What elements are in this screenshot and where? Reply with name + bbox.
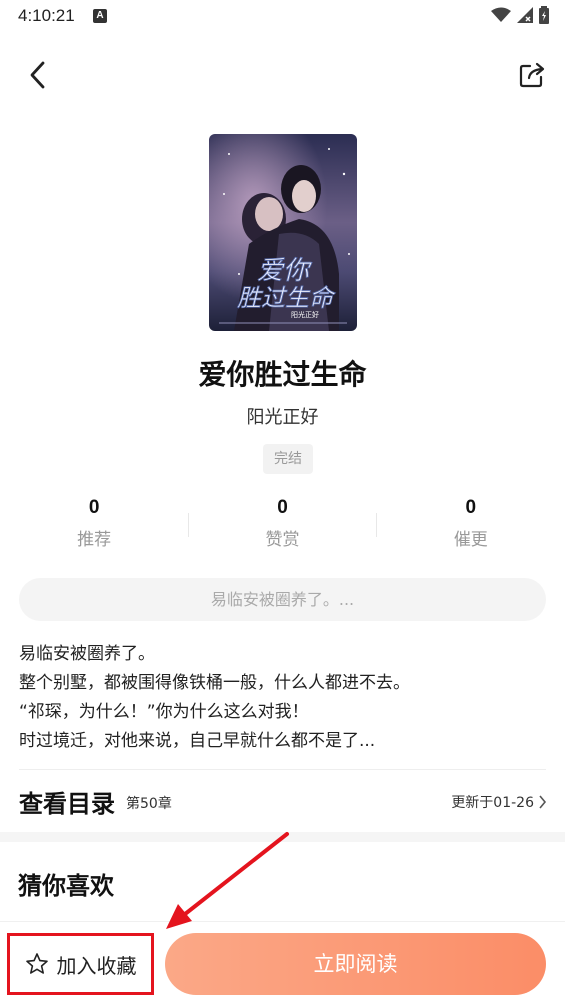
stat-value: 0: [465, 497, 477, 518]
quote-box[interactable]: 易临安被圈养了。...: [19, 578, 546, 621]
status-bar: 4:10:21 A: [0, 0, 565, 34]
stats-row: 0 推荐 0 赞赏 0 催更: [0, 497, 565, 557]
stat-divider: [188, 513, 190, 537]
status-icons: [491, 6, 549, 24]
recommend-title: 猜你喜欢: [18, 872, 114, 900]
read-now-button[interactable]: 立即阅读: [165, 933, 546, 995]
stat-label: 催更: [453, 530, 488, 550]
top-nav: [0, 50, 565, 100]
toc-update-text: 更新于01-26: [451, 795, 534, 811]
stat-value: 0: [277, 497, 288, 518]
book-author[interactable]: 阳光正好: [0, 403, 565, 429]
battery-icon: [539, 6, 549, 24]
stat-reward[interactable]: 0 赞赏: [188, 497, 377, 557]
synopsis-line: 整个别墅，都被围得像铁桶一般，什么人都进不去。: [19, 673, 410, 693]
wifi-icon: [491, 7, 511, 22]
book-title: 爱你胜过生命: [198, 358, 367, 391]
notification-badge-icon: A: [93, 9, 107, 23]
status-time: 4:10:21: [18, 6, 75, 25]
table-of-contents-row[interactable]: 查看目录 第50章 更新于01-26: [0, 778, 565, 824]
toc-update: 更新于01-26: [451, 792, 547, 812]
star-icon: [25, 953, 48, 974]
synopsis[interactable]: 易临安被圈养了。 整个别墅，都被围得像铁桶一般，什么人都进不去。 “祁琛，为什么…: [19, 640, 549, 756]
share-button[interactable]: [515, 58, 549, 92]
cover-author: 阳光正好: [291, 310, 319, 319]
toc-chapter: 第50章: [126, 796, 172, 812]
back-button[interactable]: [22, 58, 52, 92]
synopsis-line: “祁琛，为什么！”你为什么这么对我！: [19, 702, 309, 722]
divider: [19, 769, 546, 770]
toc-title: 查看目录: [19, 790, 115, 818]
bottom-bar: 加入收藏 立即阅读: [0, 921, 565, 1004]
chevron-left-icon: [30, 61, 45, 89]
stat-value: 0: [88, 497, 100, 518]
share-icon: [519, 62, 545, 88]
book-cover-image[interactable]: 爱你 胜过生命 阳光正好: [209, 134, 357, 331]
stat-urge[interactable]: 0 催更: [377, 497, 565, 557]
stat-label: 推荐: [77, 530, 112, 550]
cover-title-line1: 爱你: [257, 256, 313, 286]
stat-recommend[interactable]: 0 推荐: [0, 497, 188, 557]
status-tag: 完结: [263, 444, 313, 474]
synopsis-line: 易临安被圈养了。: [19, 644, 155, 664]
signal-icon: [517, 7, 533, 23]
favorite-label: 加入收藏: [56, 953, 137, 978]
stat-label: 赞赏: [265, 530, 300, 550]
chevron-right-icon: [539, 795, 547, 809]
synopsis-line: 时过境迁，对他来说，自己早就什么都不是了...: [19, 731, 376, 751]
section-gap: [0, 832, 565, 842]
add-favorite-button[interactable]: 加入收藏: [7, 933, 154, 995]
cover-title-line2: 胜过生命: [237, 284, 336, 312]
